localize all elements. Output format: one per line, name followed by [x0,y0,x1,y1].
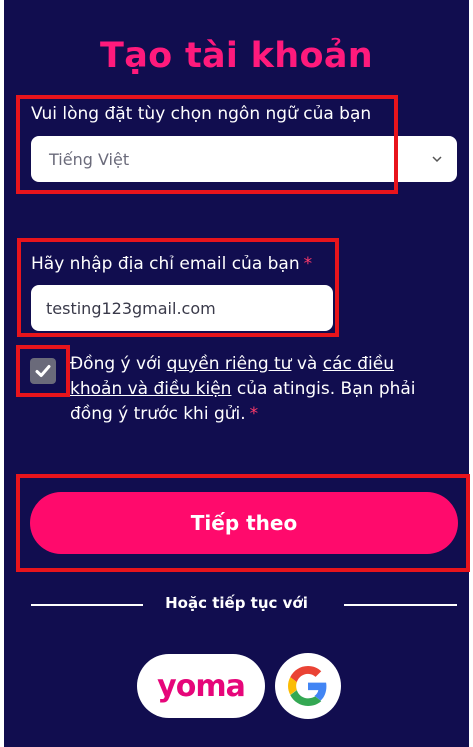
chevron-down-icon [432,156,442,163]
consent-text: Đồng ý với quyền riêng tư và các điều kh… [70,352,450,427]
highlight-box-email [17,238,339,337]
google-icon [288,666,327,706]
privacy-link[interactable]: quyền riêng tư [167,354,292,374]
google-login-button[interactable] [275,653,341,719]
yoma-login-button[interactable]: yoma [137,654,265,718]
consent-text-and: và [291,354,323,374]
consent-required-marker: * [249,404,259,424]
consent-text-prefix: Đồng ý với [70,354,167,374]
highlight-box-checkbox [16,345,70,397]
yoma-icon: yoma [157,668,246,704]
page-title: Tạo tài khoản [100,36,373,76]
highlight-box-language [16,95,398,194]
highlight-box-next [16,474,470,572]
alt-login-label: Hoặc tiếp tục với [165,594,308,612]
